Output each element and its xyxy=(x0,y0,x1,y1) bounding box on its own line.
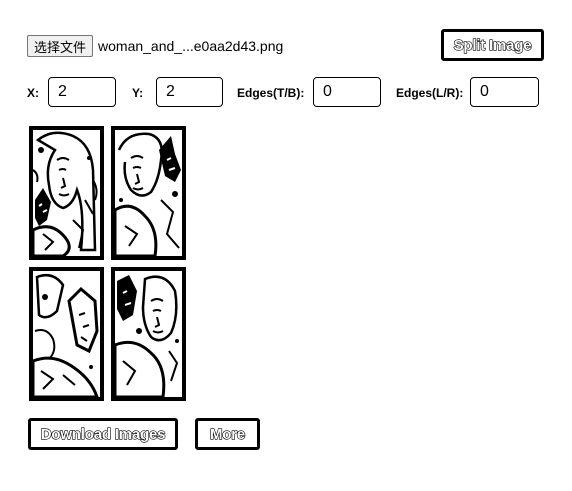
more-button-label: More xyxy=(209,425,246,443)
selected-file-name: woman_and_...e0aa2d43.png xyxy=(98,38,284,54)
woman-and-wolf-image xyxy=(115,271,182,397)
tile-top-left xyxy=(29,126,104,260)
more-button[interactable]: More xyxy=(195,418,260,450)
file-picker: 选择文件 woman_and_...e0aa2d43.png xyxy=(27,34,283,58)
woman-and-wolf-image xyxy=(33,130,100,256)
download-images-button-label: Download Images xyxy=(40,425,166,443)
split-image-button-label: Split Image xyxy=(453,36,532,54)
y-input[interactable]: 2 xyxy=(156,77,223,107)
edges-tb-input[interactable]: 0 xyxy=(313,77,381,107)
edges-tb-label: Edges(T/B): xyxy=(237,86,305,100)
woman-and-wolf-image xyxy=(33,271,100,397)
edges-lr-input[interactable]: 0 xyxy=(470,77,539,107)
split-preview-grid xyxy=(29,126,190,401)
tile-top-right xyxy=(111,126,186,260)
split-image-button[interactable]: Split Image xyxy=(441,29,544,61)
edges-lr-label: Edges(L/R): xyxy=(396,86,464,100)
tile-bottom-right xyxy=(111,267,186,401)
choose-file-button[interactable]: 选择文件 xyxy=(27,35,94,57)
y-label: Y: xyxy=(132,86,144,100)
x-input[interactable]: 2 xyxy=(48,77,116,107)
download-images-button[interactable]: Download Images xyxy=(28,418,178,450)
split-parameters: X: 2 Y: 2 Edges(T/B): 0 Edges(L/R): 0 xyxy=(27,77,557,109)
x-label: X: xyxy=(27,86,39,100)
woman-and-wolf-image xyxy=(115,130,182,256)
tile-bottom-left xyxy=(29,267,104,401)
